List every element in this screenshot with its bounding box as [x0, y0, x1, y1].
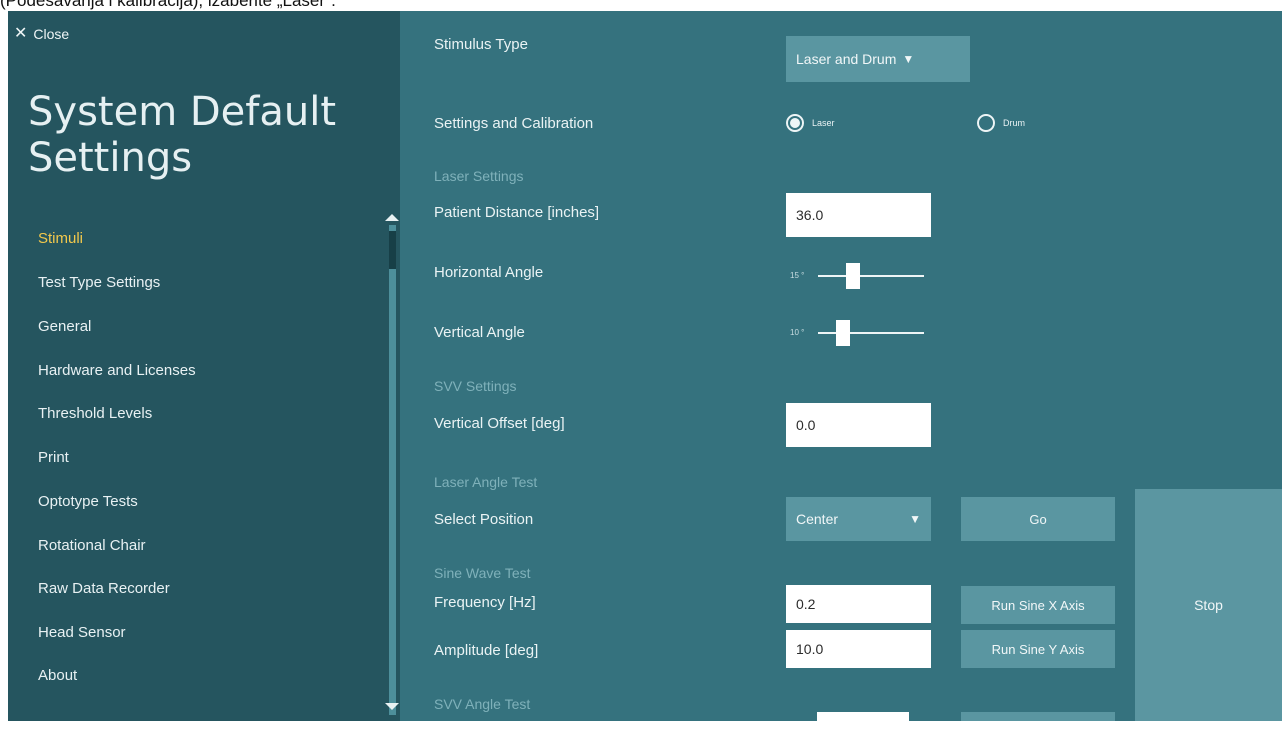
svv-angle-button-partial[interactable]: [961, 712, 1115, 721]
page-title-line1: System Default: [28, 89, 337, 135]
sidebar-item-rotational-chair[interactable]: Rotational Chair: [38, 537, 146, 554]
vertical-angle-thumb[interactable]: [836, 319, 850, 346]
vertical-angle-value: 10 °: [790, 328, 805, 337]
vertical-offset-label: Vertical Offset [deg]: [434, 415, 565, 432]
run-sine-y-axis-button[interactable]: Run Sine Y Axis: [961, 630, 1115, 668]
sidebar-item-stimuli[interactable]: Stimuli: [38, 230, 83, 247]
stop-button[interactable]: Stop: [1135, 489, 1282, 721]
select-position-label: Select Position: [434, 511, 534, 528]
radio-drum-label: Drum: [1003, 118, 1025, 128]
close-label: Close: [33, 26, 70, 42]
horizontal-angle-thumb[interactable]: [846, 262, 860, 289]
radio-laser-label: Laser: [812, 118, 835, 128]
sidebar-item-test-type-settings[interactable]: Test Type Settings: [38, 274, 160, 291]
radio-unselected-icon: [977, 114, 995, 132]
vertical-angle-track[interactable]: [818, 319, 924, 346]
close-button[interactable]: ✕ Close: [14, 25, 70, 43]
sidebar-scroll-thumb[interactable]: [389, 231, 396, 269]
chevron-down-icon: ▼: [909, 512, 921, 526]
svv-angle-input-partial[interactable]: [817, 712, 909, 721]
stimulus-type-dropdown[interactable]: Laser and Drum ▼: [786, 36, 970, 82]
sidebar-scrollbar[interactable]: [389, 225, 396, 715]
settings-calibration-label: Settings and Calibration: [434, 115, 594, 132]
vertical-angle-label: Vertical Angle: [434, 324, 525, 341]
page-title-line2: Settings: [28, 135, 193, 181]
sidebar-item-raw-data-recorder[interactable]: Raw Data Recorder: [38, 580, 170, 597]
amplitude-label: Amplitude [deg]: [434, 642, 539, 659]
sidebar-item-hardware-and-licenses[interactable]: Hardware and Licenses: [38, 362, 196, 379]
amplitude-input[interactable]: 10.0: [786, 630, 931, 668]
sidebar-item-print[interactable]: Print: [38, 449, 69, 466]
go-button[interactable]: Go: [961, 497, 1115, 541]
frequency-input[interactable]: 0.2: [786, 585, 931, 623]
vertical-angle-slider[interactable]: 10 °: [790, 319, 924, 346]
svv-settings-heading: SVV Settings: [434, 378, 517, 394]
vertical-offset-input[interactable]: 0.0: [786, 403, 931, 447]
instruction-caption: (Podešavanja i kalibracija), izaberite „…: [0, 0, 336, 10]
laser-settings-heading: Laser Settings: [434, 168, 524, 184]
horizontal-angle-track[interactable]: [818, 262, 924, 289]
radio-selected-icon: [786, 114, 804, 132]
chevron-down-icon: ▼: [902, 52, 915, 66]
run-sine-x-axis-button[interactable]: Run Sine X Axis: [961, 586, 1115, 624]
scroll-up-arrow-icon[interactable]: [385, 214, 399, 221]
sidebar-item-threshold-levels[interactable]: Threshold Levels: [38, 405, 152, 422]
stimulus-type-label: Stimulus Type: [434, 36, 528, 53]
horizontal-angle-label: Horizontal Angle: [434, 264, 544, 281]
patient-distance-input[interactable]: 36.0: [786, 193, 931, 237]
horizontal-angle-value: 15 °: [790, 271, 805, 280]
radio-drum[interactable]: Drum: [977, 114, 1025, 132]
sidebar-item-optotype-tests[interactable]: Optotype Tests: [38, 493, 138, 510]
stimulus-type-value: Laser and Drum: [796, 51, 897, 67]
select-position-dropdown[interactable]: Center ▼: [786, 497, 931, 541]
sidebar-item-head-sensor[interactable]: Head Sensor: [38, 624, 126, 641]
select-position-value: Center: [796, 511, 839, 527]
sidebar-item-general[interactable]: General: [38, 318, 91, 335]
sine-wave-test-heading: Sine Wave Test: [434, 565, 531, 581]
patient-distance-label: Patient Distance [inches]: [434, 204, 600, 221]
page-title: System Default Settings: [28, 89, 336, 181]
scroll-down-arrow-icon[interactable]: [385, 703, 399, 710]
radio-laser[interactable]: Laser: [786, 114, 835, 132]
sidebar-item-about[interactable]: About: [38, 667, 77, 684]
close-icon: ✕: [14, 25, 28, 42]
laser-angle-test-heading: Laser Angle Test: [434, 474, 538, 490]
horizontal-angle-slider[interactable]: 15 °: [790, 262, 924, 289]
frequency-label: Frequency [Hz]: [434, 594, 536, 611]
svv-angle-test-heading: SVV Angle Test: [434, 696, 531, 712]
